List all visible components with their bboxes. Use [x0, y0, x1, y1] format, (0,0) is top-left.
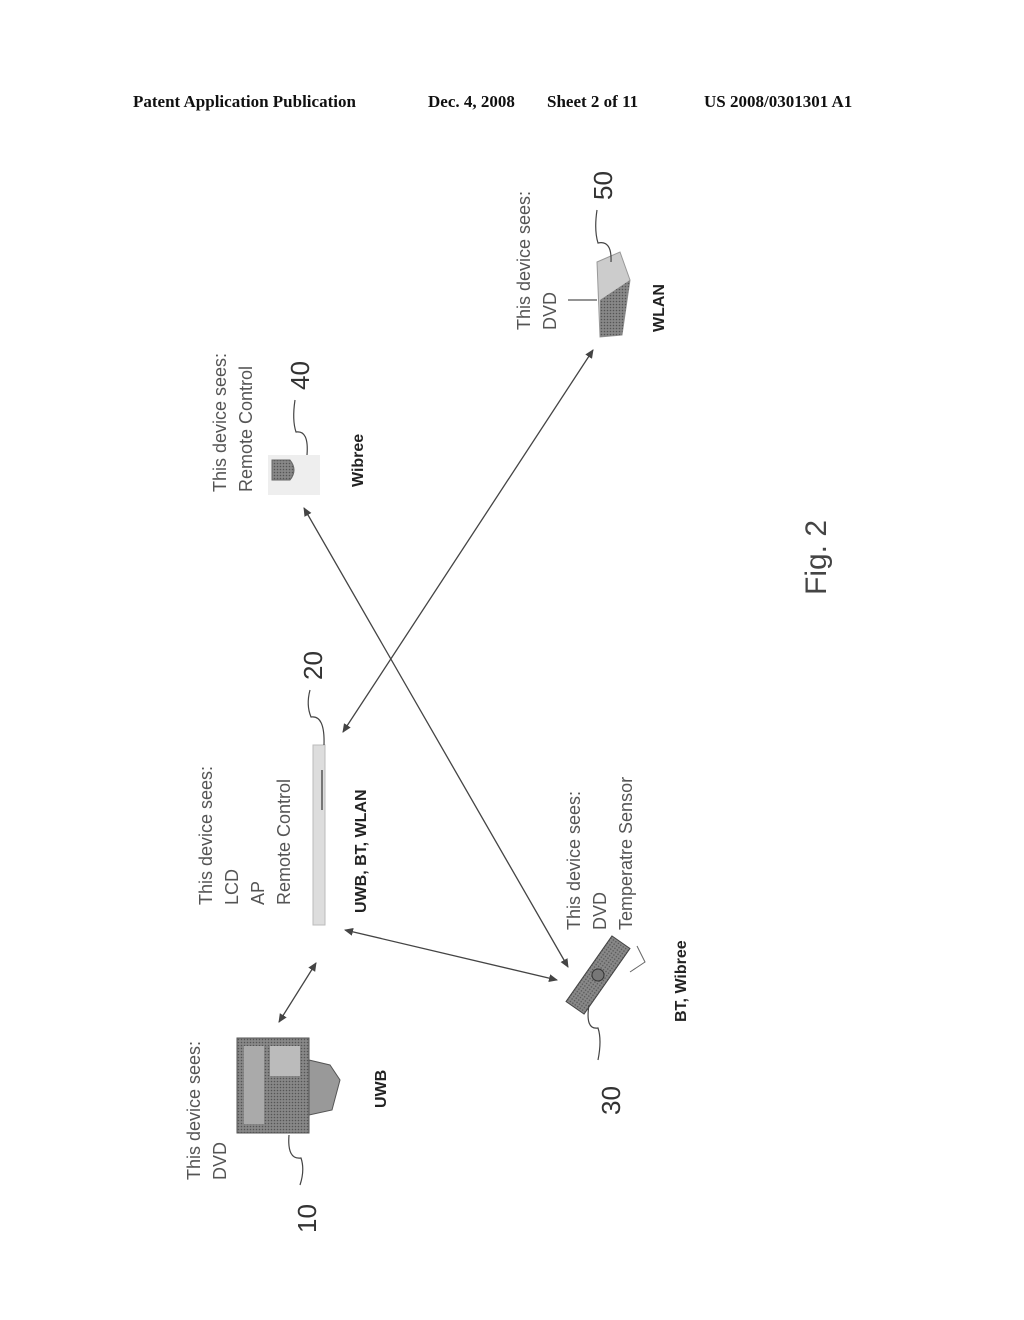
device-40-leader: [293, 399, 308, 456]
device-10-sees-0: DVD: [210, 1142, 230, 1180]
device-40-sees-0: Remote Control: [236, 366, 256, 492]
figure-caption: Fig. 2: [800, 520, 833, 595]
device-20-leader: [307, 689, 325, 746]
device-30: This device sees: DVD Temperatre Sensor …: [564, 777, 690, 1115]
device-30-tech: BT, Wibree: [673, 940, 690, 1022]
link-20-30: [344, 927, 558, 983]
device-10-leader: [288, 1134, 304, 1186]
device-20: This device sees: LCD AP Remote Control …: [196, 651, 370, 926]
device-20-sees-0: LCD: [222, 869, 242, 905]
remote-control-icon: [565, 935, 631, 1015]
device-20-sees-2: Remote Control: [274, 779, 294, 905]
dvd-player-icon: [312, 744, 326, 926]
link-10-20: [278, 962, 317, 1023]
sensor-icon: [268, 455, 320, 495]
device-30-sees-0: DVD: [590, 892, 610, 930]
device-50-tech: WLAN: [651, 284, 668, 332]
device-40-sees-title: This device sees:: [210, 353, 230, 492]
device-40: This device sees: Remote Control Wibree …: [210, 353, 367, 495]
device-20-sees-title: This device sees:: [196, 766, 216, 905]
monitor-icon: [236, 1037, 341, 1134]
device-50-ref: 50: [588, 171, 618, 200]
device-30-sees-1: Temperatre Sensor: [616, 777, 636, 930]
link-20-50: [342, 349, 594, 733]
device-30-ref: 30: [596, 1086, 626, 1115]
device-50: This device sees: DVD WLAN 50: [514, 171, 668, 338]
device-50-sees-title: This device sees:: [514, 191, 534, 330]
device-40-tech: Wibree: [350, 434, 367, 487]
link-30-40: [303, 507, 569, 968]
figure-diagram: This device sees: DVD UWB 10 This device…: [184, 171, 833, 1233]
device-10-tech: UWB: [373, 1070, 390, 1108]
device-30-leader: [587, 1004, 601, 1061]
device-10-ref: 10: [292, 1204, 322, 1233]
device-10-sees-title: This device sees:: [184, 1041, 204, 1180]
device-30-remote-outline: [629, 945, 646, 973]
access-point-icon: [568, 251, 631, 338]
device-50-sees-0: DVD: [540, 292, 560, 330]
device-20-sees-1: AP: [248, 881, 268, 905]
device-40-ref: 40: [285, 361, 315, 390]
device-20-ref: 20: [298, 651, 328, 680]
device-50-leader: [595, 209, 612, 263]
device-20-tech: UWB, BT, WLAN: [353, 789, 370, 913]
device-10: This device sees: DVD UWB 10: [184, 1037, 390, 1233]
device-30-sees-title: This device sees:: [564, 791, 584, 930]
